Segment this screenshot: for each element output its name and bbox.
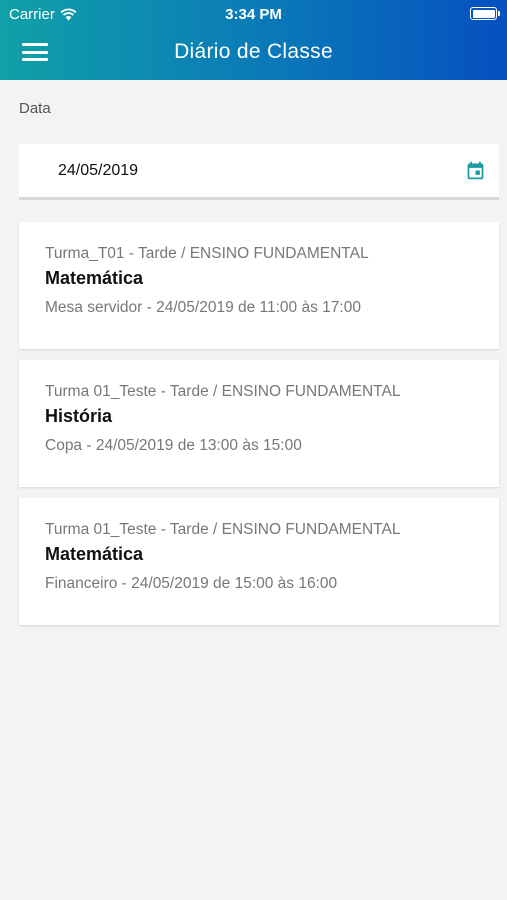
class-info: Turma_T01 - Tarde / ENSINO FUNDAMENTAL bbox=[45, 245, 369, 262]
subject-title: Matemática bbox=[45, 544, 144, 564]
class-detail: Copa - 24/05/2019 de 13:00 às 15:00 bbox=[45, 437, 302, 454]
date-label: Data bbox=[19, 100, 51, 117]
calendar-icon[interactable] bbox=[465, 160, 486, 181]
app-header: Carrier 3:34 PM Diário de Classe bbox=[0, 0, 507, 80]
class-card[interactable]: Turma 01_Teste - Tarde / ENSINO FUNDAMEN… bbox=[19, 360, 499, 487]
status-time: 3:34 PM bbox=[225, 6, 282, 23]
class-info: Turma 01_Teste - Tarde / ENSINO FUNDAMEN… bbox=[45, 521, 401, 538]
class-card[interactable]: Turma_T01 - Tarde / ENSINO FUNDAMENTAL M… bbox=[19, 222, 499, 349]
battery-icon bbox=[470, 7, 500, 20]
subject-title: Matemática bbox=[45, 268, 144, 288]
class-info: Turma 01_Teste - Tarde / ENSINO FUNDAMEN… bbox=[45, 383, 401, 400]
class-detail: Mesa servidor - 24/05/2019 de 11:00 às 1… bbox=[45, 299, 361, 316]
class-card[interactable]: Turma 01_Teste - Tarde / ENSINO FUNDAMEN… bbox=[19, 498, 499, 625]
page-title: Diário de Classe bbox=[174, 40, 333, 63]
battery-fill bbox=[472, 9, 495, 18]
date-value: 24/05/2019 bbox=[58, 162, 139, 179]
class-detail: Financeiro - 24/05/2019 de 15:00 às 16:0… bbox=[45, 575, 338, 592]
status-bar: Carrier 3:34 PM bbox=[0, 0, 507, 28]
subject-title: História bbox=[45, 406, 113, 426]
date-field[interactable]: 24/05/2019 bbox=[19, 144, 499, 200]
